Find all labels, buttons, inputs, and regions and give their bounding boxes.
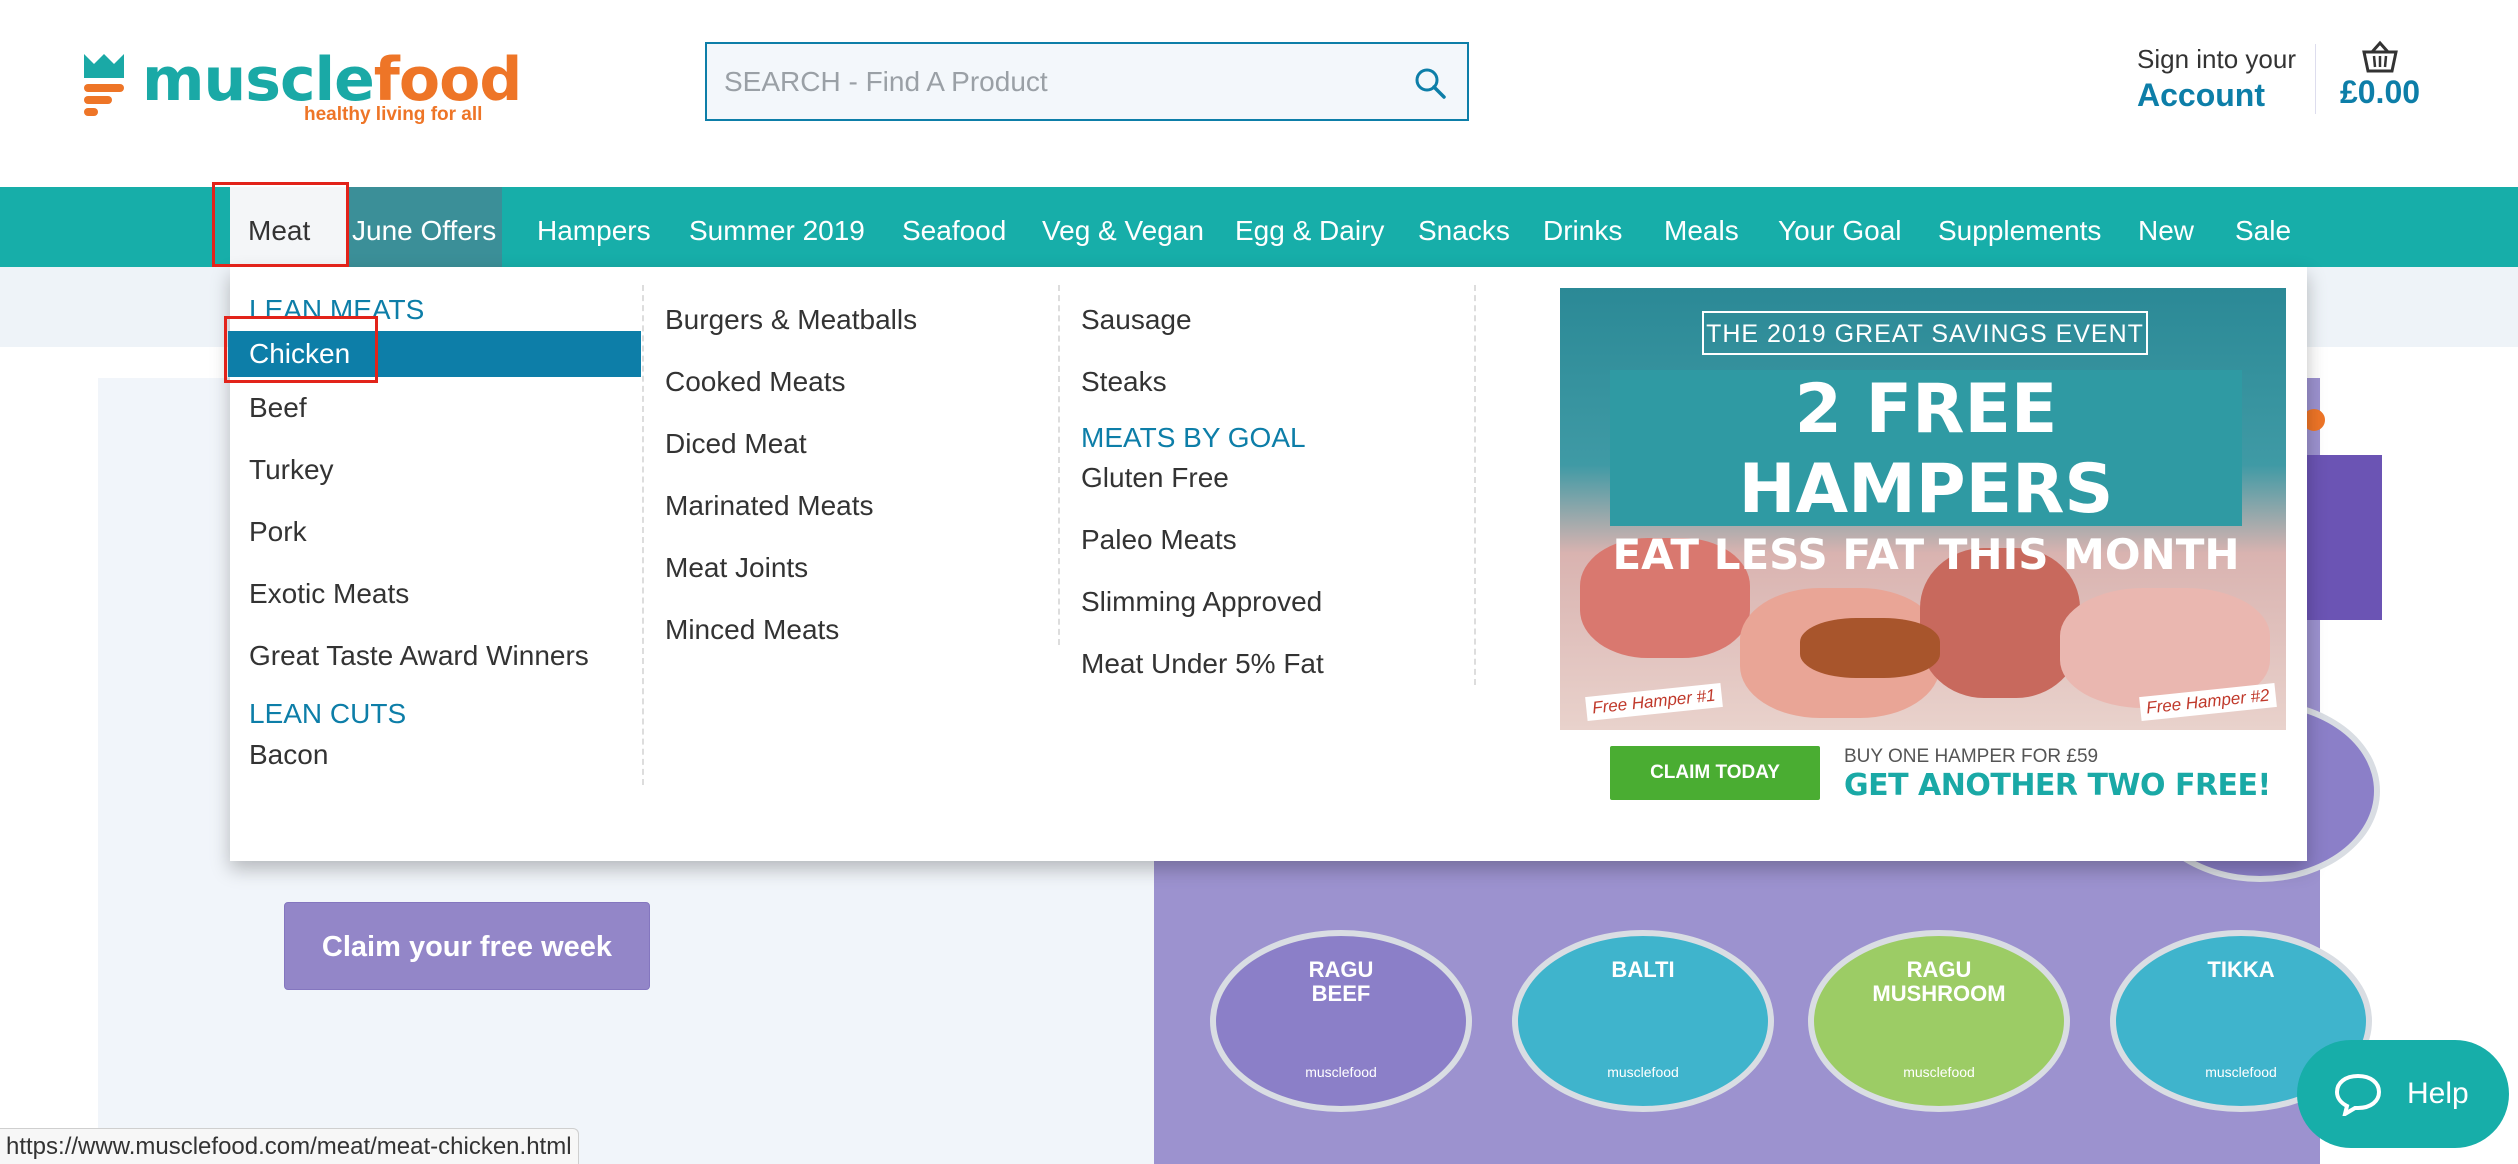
menu-item-diced-meat[interactable]: Diced Meat [665, 413, 1045, 475]
menu-item-paleo-meats[interactable]: Paleo Meats [1081, 509, 1461, 571]
nav-item-seafood[interactable]: Seafood [902, 187, 1006, 267]
menu-item-marinated-meats[interactable]: Marinated Meats [665, 475, 1045, 537]
claim-free-week-button[interactable]: Claim your free week [284, 902, 650, 990]
help-button[interactable]: Help [2297, 1040, 2509, 1148]
carousel-dot[interactable] [2333, 409, 2355, 431]
menu-item-burgers-meatballs[interactable]: Burgers & Meatballs [665, 289, 1045, 351]
nav-item-meals[interactable]: Meals [1664, 187, 1739, 267]
nav-item-drinks[interactable]: Drinks [1543, 187, 1622, 267]
menu-item-meat-joints[interactable]: Meat Joints [665, 537, 1045, 599]
menu-divider [1058, 285, 1060, 645]
meat-tray [1800, 618, 1940, 678]
nav-item-supplements[interactable]: Supplements [1938, 187, 2101, 267]
nav-item-veg-vegan[interactable]: Veg & Vegan [1042, 187, 1204, 267]
tub-name: BALTI [1611, 957, 1675, 982]
main-nav: Meat June Offers Hampers Summer 2019 Sea… [0, 187, 2518, 267]
menu-column-more-meats: Sausage Steaks MEATS BY GOAL Gluten Free… [1081, 289, 1461, 695]
menu-item-turkey[interactable]: Turkey [249, 439, 649, 501]
tub-name: TIKKA [2207, 957, 2275, 982]
tub-sub: BEEF [1311, 981, 1371, 1006]
promo-event-label: THE 2019 GREAT SAVINGS EVENT [1702, 311, 2148, 355]
menu-item-bacon[interactable]: Bacon [249, 735, 649, 775]
promo-headline: 2 FREE HAMPERS EAT LESS FAT THIS MONTH [1610, 370, 2242, 579]
tub-brand: musclefood [1607, 1064, 1679, 1080]
tub-name: RAGU [1906, 957, 1972, 982]
menu-item-great-taste-award-winners[interactable]: Great Taste Award Winners [249, 625, 649, 687]
menu-column-meat-types: Burgers & Meatballs Cooked Meats Diced M… [665, 289, 1045, 661]
promo-free-line: GET ANOTHER TWO FREE! [1844, 768, 2271, 803]
basket-total: £0.00 [2339, 74, 2421, 110]
menu-item-pork[interactable]: Pork [249, 501, 649, 563]
nav-item-june-offers[interactable]: June Offers [346, 187, 503, 267]
carousel-dots [2303, 409, 2423, 436]
menu-item-exotic-meats[interactable]: Exotic Meats [249, 563, 649, 625]
menu-item-cooked-meats[interactable]: Cooked Meats [665, 351, 1045, 413]
chat-bubble-icon [2334, 1073, 2382, 1116]
site-header: musclefood healthy living for all Sign i… [0, 0, 2518, 187]
account-link[interactable]: Sign into your Account [2137, 44, 2296, 114]
account-line1: Sign into your [2137, 44, 2296, 74]
nav-item-summer-2019[interactable]: Summer 2019 [689, 187, 865, 267]
promo-buy-line: BUY ONE HAMPER FOR £59 [1844, 746, 2099, 767]
menu-item-chicken[interactable]: Chicken [228, 331, 641, 377]
nav-item-sale[interactable]: Sale [2235, 187, 2291, 267]
menu-item-minced-meats[interactable]: Minced Meats [665, 599, 1045, 661]
nav-item-new[interactable]: New [2138, 187, 2194, 267]
search-input[interactable] [707, 44, 1387, 119]
menu-column-lean-meats: LEAN MEATS Chicken Beef Turkey Pork Exot… [228, 285, 649, 775]
promo-headline-main: 2 FREE HAMPERS [1738, 370, 2114, 529]
claim-today-button[interactable]: CLAIM TODAY [1610, 746, 1820, 800]
tub-brand: musclefood [1305, 1064, 1377, 1080]
product-tub: BALTI musclefood [1512, 930, 1774, 1112]
menu-item-steaks[interactable]: Steaks [1081, 351, 1461, 413]
search-box [705, 42, 1469, 121]
basket-button[interactable]: £0.00 [2335, 40, 2425, 111]
tub-brand: musclefood [2205, 1064, 2277, 1080]
carousel-dot[interactable] [2393, 409, 2415, 431]
product-tub: RAGU BEEF musclefood [1210, 930, 1472, 1112]
carousel-dot[interactable] [2363, 409, 2385, 431]
product-tub: RAGU MUSHROOM musclefood [1808, 930, 2070, 1112]
search-icon[interactable] [1413, 66, 1447, 100]
help-label: Help [2407, 1077, 2469, 1110]
menu-item-beef[interactable]: Beef [249, 377, 649, 439]
nav-item-egg-dairy[interactable]: Egg & Dairy [1235, 187, 1384, 267]
nav-item-meat[interactable]: Meat [230, 187, 346, 267]
header-divider [2315, 44, 2316, 114]
tub-brand: musclefood [1903, 1064, 1975, 1080]
promo-banner[interactable]: THE 2019 GREAT SAVINGS EVENT 2 FREE HAMP… [1560, 288, 2286, 810]
nav-item-hampers[interactable]: Hampers [537, 187, 651, 267]
menu-item-sausage[interactable]: Sausage [1081, 289, 1461, 351]
musclefood-logo[interactable]: musclefood healthy living for all [82, 45, 522, 128]
tub-sub: MUSHROOM [1872, 981, 2006, 1006]
status-bar-url: https://www.musclefood.com/meat/meat-chi… [0, 1128, 579, 1164]
menu-divider [642, 285, 644, 785]
promo-headline-sub: EAT LESS FAT THIS MONTH [1612, 530, 2240, 579]
tub-name: RAGU [1308, 957, 1374, 982]
account-line2: Account [2137, 77, 2265, 113]
basket-icon [2362, 40, 2398, 73]
logo-tagline: healthy living for all [304, 104, 483, 125]
hamper-tag: Free Hamper #1 [1585, 682, 1723, 722]
menu-item-meat-under-5-fat[interactable]: Meat Under 5% Fat [1081, 633, 1461, 695]
logo-mark-icon [84, 54, 124, 116]
promo-image: THE 2019 GREAT SAVINGS EVENT 2 FREE HAMP… [1560, 288, 2286, 730]
nav-item-your-goal[interactable]: Your Goal [1778, 187, 1902, 267]
menu-item-slimming-approved[interactable]: Slimming Approved [1081, 571, 1461, 633]
menu-heading-lean-meats[interactable]: LEAN MEATS [249, 285, 649, 331]
nav-item-snacks[interactable]: Snacks [1418, 187, 1510, 267]
menu-divider [1474, 285, 1476, 685]
menu-heading-lean-cuts[interactable]: LEAN CUTS [249, 689, 649, 735]
